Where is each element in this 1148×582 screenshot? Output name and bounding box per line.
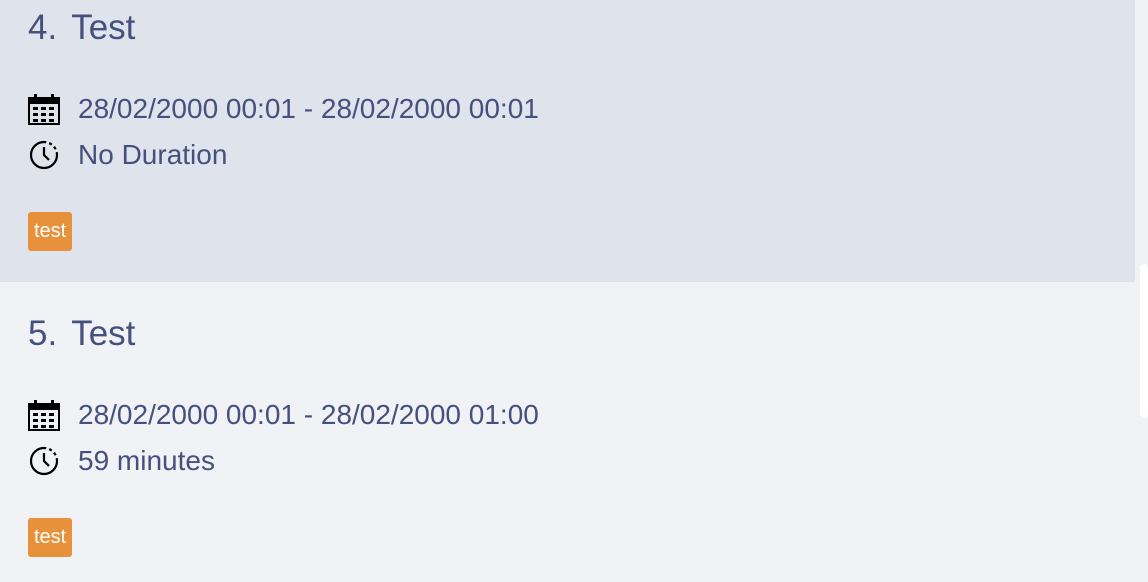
task-index: 4. — [28, 8, 58, 47]
clock-icon — [28, 445, 60, 477]
task-datetime: 28/02/2000 00:01 - 28/02/2000 00:01 — [78, 93, 539, 124]
calendar-icon — [28, 399, 60, 431]
task-datetime-row: 28/02/2000 00:01 - 28/02/2000 00:01 — [28, 92, 539, 126]
task-name: Test — [71, 314, 136, 353]
task-card[interactable]: 4. Test 28/02/2000 00:01 - 28/02/2000 00… — [0, 0, 1135, 282]
task-title: 5. Test — [28, 314, 135, 354]
task-index: 5. — [28, 314, 58, 353]
task-card[interactable]: 5. Test 28/02/2000 00:01 - 28/02/2000 01… — [0, 282, 1135, 582]
tag-label: test — [34, 220, 67, 242]
task-duration-row: 59 minutes — [28, 444, 215, 478]
task-datetime: 28/02/2000 00:01 - 28/02/2000 01:00 — [78, 399, 539, 430]
tag-label: test — [34, 526, 67, 548]
scrollbar-thumb[interactable] — [1140, 264, 1148, 418]
task-datetime-row: 28/02/2000 00:01 - 28/02/2000 01:00 — [28, 398, 539, 432]
task-name: Test — [71, 8, 136, 47]
task-duration: 59 minutes — [78, 445, 215, 476]
calendar-icon — [28, 93, 60, 125]
clock-icon — [28, 139, 60, 171]
task-list: 4. Test 28/02/2000 00:01 - 28/02/2000 00… — [0, 0, 1135, 582]
task-title: 4. Test — [28, 8, 135, 48]
task-duration-row: No Duration — [28, 138, 227, 172]
tag-badge: test — [28, 518, 73, 557]
task-duration: No Duration — [78, 139, 228, 170]
tag-badge: test — [28, 212, 73, 251]
